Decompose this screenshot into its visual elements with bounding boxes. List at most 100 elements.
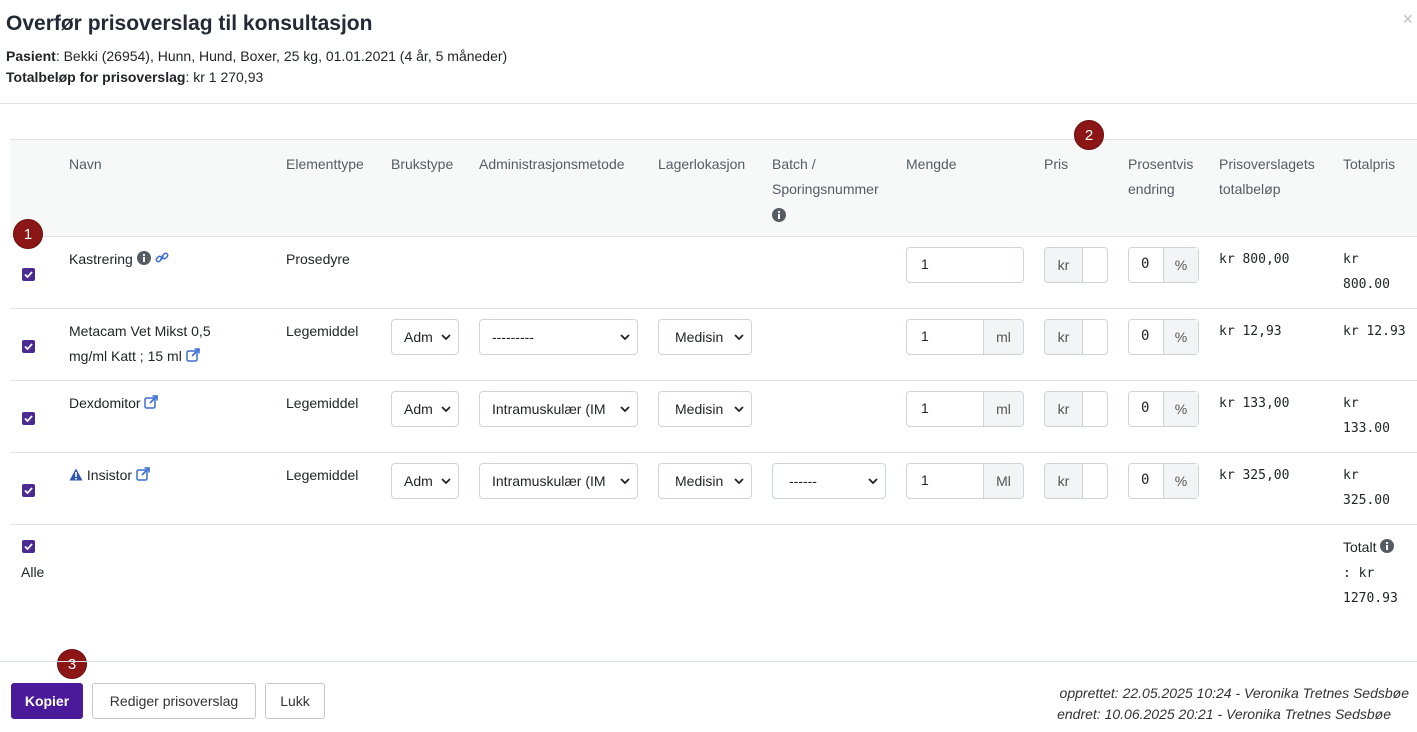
quantity-unit: Ml — [983, 464, 1023, 498]
row-total-price: kr 800.00 — [1343, 247, 1390, 297]
row-name-cell: Dexdomitor — [69, 391, 159, 417]
select-all-label: Alle — [21, 564, 45, 580]
row-type: Prosedyre — [286, 251, 350, 267]
modal-header: Overfør prisoverslag til konsultasjon × … — [0, 0, 1417, 104]
link-icon[interactable] — [155, 248, 169, 273]
edit-estimate-button[interactable]: Rediger prisoverslag — [92, 683, 256, 719]
total-info: Totalbeløp for prisoverslag: kr 1 270,93 — [6, 69, 263, 85]
lagerlokasjon-value: Medisin — [675, 473, 724, 489]
external-link-icon[interactable] — [136, 464, 150, 489]
row-estimate-total: kr 325,00 — [1219, 468, 1290, 483]
table-row: Metacam Vet Mikst 0,5 mg/ml Katt ; 15 ml… — [10, 309, 1417, 381]
copy-button[interactable]: Kopier — [11, 683, 83, 719]
brukstype-value: Adm — [404, 473, 433, 489]
info-icon — [772, 202, 879, 227]
close-icon[interactable]: × — [1402, 10, 1413, 28]
batch-select[interactable]: ------ — [772, 463, 886, 499]
percent-input[interactable]: 0 % — [1128, 463, 1199, 499]
chevron-down-icon — [440, 402, 452, 416]
percent-value: 0 — [1141, 400, 1150, 416]
col-prisoverslag: Prisoverslagets totalbeløp — [1219, 152, 1315, 202]
row-total-price-line2: 133.00 — [1343, 421, 1390, 436]
chevron-down-icon — [440, 474, 452, 488]
modal-title: Overfør prisoverslag til konsultasjon — [6, 12, 373, 35]
percent-input[interactable]: 0 % — [1128, 391, 1199, 427]
col-batch-line2: Sporingsnummer — [772, 181, 879, 197]
row-name-line1: Metacam Vet Mikst 0,5 — [69, 323, 211, 339]
changed-meta: endret: 10.06.2025 20:21 - Veronika Tret… — [1057, 706, 1391, 722]
select-all-checkbox[interactable] — [22, 540, 35, 553]
quantity-input[interactable]: 1 ml — [906, 319, 1024, 355]
external-link-icon[interactable] — [185, 345, 200, 370]
col-prosentvis: Prosentvis endring — [1128, 152, 1193, 202]
chevron-down-icon — [733, 330, 745, 344]
administrasjonsmetode-select[interactable]: Intramuskulær (IM — [479, 463, 638, 499]
administrasjonsmetode-value: Intramuskulær (IM — [492, 473, 606, 489]
row-total-price-line1: kr — [1343, 396, 1359, 411]
administrasjonsmetode-select[interactable]: Intramuskulær (IM — [479, 391, 638, 427]
col-pris: Pris — [1044, 156, 1069, 172]
total-value: : kr 1 270,93 — [185, 69, 264, 85]
lagerlokasjon-value: Medisin — [675, 329, 724, 345]
close-button[interactable]: Lukk — [265, 683, 325, 719]
info-icon — [1380, 536, 1395, 561]
row-checkbox[interactable] — [22, 484, 35, 497]
row-checkbox[interactable] — [22, 268, 35, 281]
row-name: Dexdomitor — [69, 395, 141, 411]
percent-symbol: % — [1163, 392, 1198, 426]
col-lagerlokasjon: Lagerlokasjon — [658, 156, 746, 172]
quantity-value: 1 — [921, 328, 929, 344]
chevron-down-icon — [619, 330, 631, 344]
brukstype-select[interactable]: Adm — [391, 463, 459, 499]
lagerlokasjon-select[interactable]: Medisin — [658, 319, 752, 355]
annotation-badge-2: 2 — [1074, 120, 1104, 150]
annotation-badge-1: 1 — [13, 219, 43, 249]
row-name-cell: Kastrering — [69, 247, 169, 273]
row-estimate-total: kr 800,00 — [1219, 252, 1290, 267]
administrasjonsmetode-select[interactable]: --------- — [479, 319, 638, 355]
row-checkbox[interactable] — [22, 412, 35, 425]
chevron-down-icon — [867, 474, 879, 488]
percent-input[interactable]: 0 % — [1128, 319, 1199, 355]
external-link-icon[interactable] — [144, 392, 159, 417]
lagerlokasjon-select[interactable]: Medisin — [658, 391, 752, 427]
price-input[interactable]: kr — [1044, 319, 1108, 355]
brukstype-select[interactable]: Adm — [391, 391, 459, 427]
grand-total-line2: : kr — [1343, 565, 1375, 581]
col-prosentvis-line1: Prosentvis — [1128, 156, 1194, 172]
percent-value: 0 — [1141, 472, 1150, 488]
lagerlokasjon-value: Medisin — [675, 401, 724, 417]
brukstype-select[interactable]: Adm — [391, 319, 459, 355]
row-estimate-total: kr 12,93 — [1219, 324, 1282, 339]
quantity-input[interactable]: 1 — [906, 247, 1024, 283]
brukstype-value: Adm — [404, 329, 433, 345]
warning-icon — [69, 464, 83, 489]
col-prosentvis-line2: endring — [1128, 181, 1175, 197]
price-input[interactable]: kr — [1044, 391, 1108, 427]
percent-symbol: % — [1163, 248, 1198, 282]
quantity-value: 1 — [921, 400, 929, 416]
grand-total-line3: 1270.93 — [1343, 590, 1398, 606]
row-checkbox[interactable] — [22, 340, 35, 353]
price-currency: kr — [1045, 392, 1083, 426]
row-total-price: kr 12.93 — [1343, 324, 1406, 339]
quantity-input[interactable]: 1 Ml — [906, 463, 1024, 499]
lagerlokasjon-select[interactable]: Medisin — [658, 463, 752, 499]
percent-value: 0 — [1141, 256, 1150, 272]
percent-input[interactable]: 0 % — [1128, 247, 1199, 283]
row-name-cell: Metacam Vet Mikst 0,5 mg/ml Katt ; 15 ml — [69, 319, 211, 370]
quantity-input[interactable]: 1 ml — [906, 391, 1024, 427]
price-input[interactable]: kr — [1044, 463, 1108, 499]
quantity-unit: ml — [983, 320, 1023, 354]
chevron-down-icon — [733, 474, 745, 488]
table-header: Navn Elementtype Brukstype Administrasjo… — [10, 139, 1417, 237]
row-total-price-line2: 325.00 — [1343, 493, 1390, 508]
info-icon — [136, 248, 151, 273]
price-input[interactable]: kr — [1044, 247, 1108, 283]
percent-symbol: % — [1163, 320, 1198, 354]
total-label: Totalbeløp for prisoverslag — [6, 69, 186, 85]
batch-value: ------ — [789, 473, 817, 489]
col-totalpris: Totalpris — [1343, 156, 1396, 172]
grand-total-label: Totalt — [1343, 539, 1377, 555]
administrasjonsmetode-value: --------- — [492, 329, 534, 345]
